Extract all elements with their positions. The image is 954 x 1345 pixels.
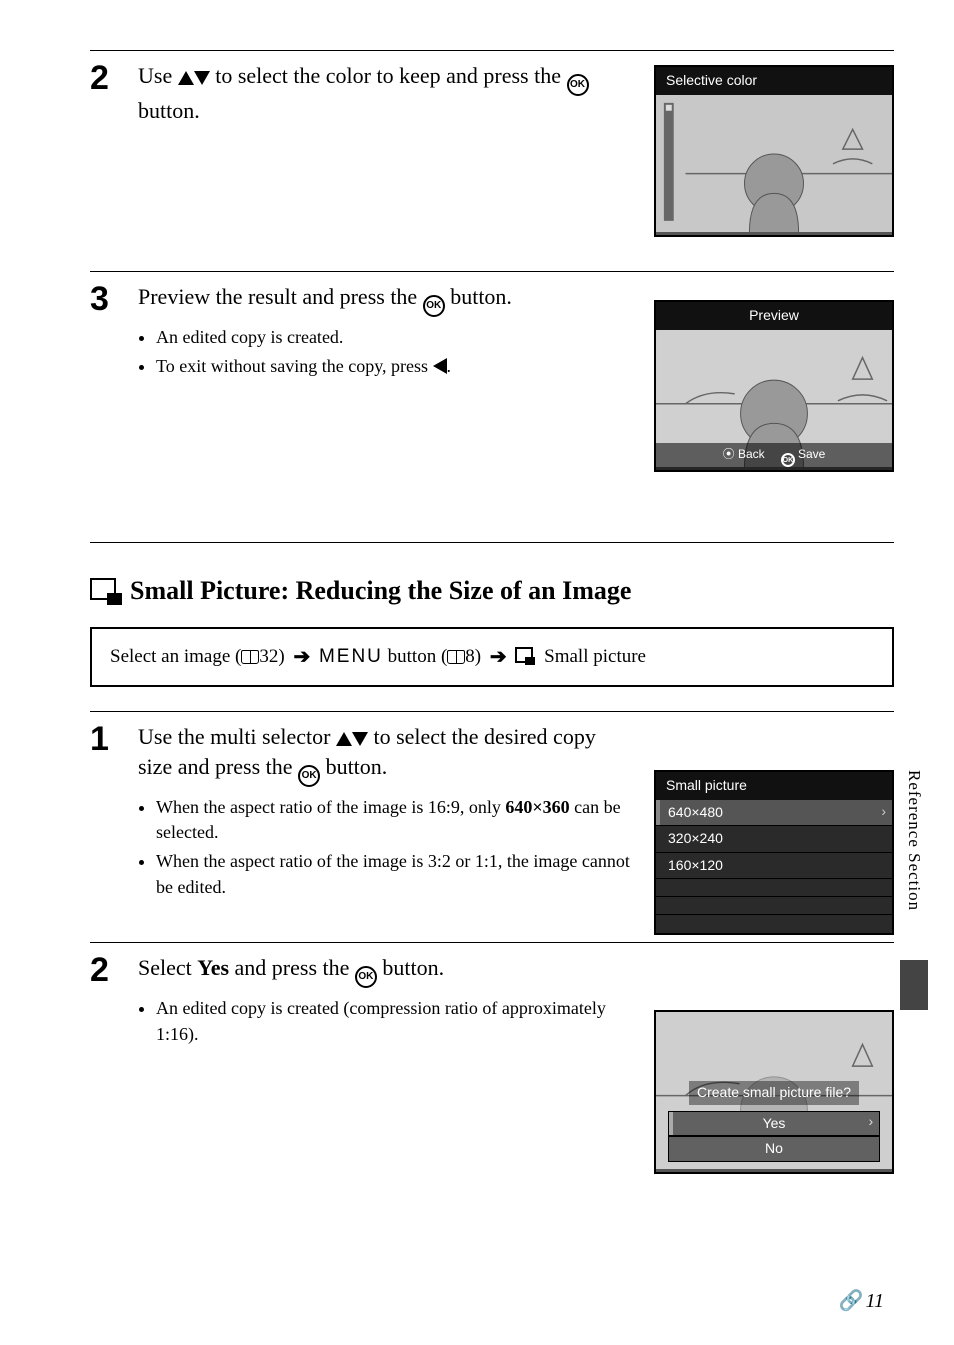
lcd-back-label: ⦿ Back <box>723 446 765 452</box>
lcd-header: Small picture <box>656 772 892 800</box>
text: button ( <box>383 646 447 667</box>
ok-icon: OK <box>567 74 589 96</box>
down-icon <box>194 71 210 85</box>
step-number: 3 <box>90 282 134 316</box>
text: Select an image ( <box>110 646 241 667</box>
bullet: When the aspect ratio of the image is 16… <box>156 795 634 845</box>
up-icon <box>178 71 194 85</box>
text: button. <box>377 955 444 980</box>
lcd-list-empty <box>656 915 892 922</box>
ok-icon: OK <box>298 765 320 787</box>
rule <box>90 942 894 943</box>
bullet: When the aspect ratio of the image is 3:… <box>156 849 634 899</box>
reference-section-icon: 🔗 <box>839 1287 860 1315</box>
lcd-header: Preview <box>656 302 892 330</box>
text: ) <box>278 646 289 667</box>
lcd-selective-color: Selective color <box>654 65 894 231</box>
text: Preview the result and press the <box>138 284 423 309</box>
side-tab-marker <box>900 960 928 1010</box>
ok-icon: OK <box>355 966 377 988</box>
lcd-save-label: OK Save <box>781 446 826 452</box>
step-instruction: Use to select the color to keep and pres… <box>138 61 634 126</box>
lcd-header: Selective color <box>656 67 892 95</box>
lcd-list-item[interactable]: 640×480 <box>656 800 892 827</box>
small-picture-icon <box>90 578 122 605</box>
book-icon <box>447 650 465 664</box>
lcd-illustration <box>656 95 892 231</box>
text: button. <box>138 98 200 123</box>
step-number: 2 <box>90 61 134 95</box>
page-ref: 32 <box>259 646 278 667</box>
menu-button-label: MENU <box>319 646 383 667</box>
navigation-path-box: Select an image ( 32) ➔ MENU button ( 8) ➔… <box>90 627 894 687</box>
lcd-illustration <box>656 330 892 452</box>
lcd-list-empty <box>656 879 892 897</box>
step-instruction: Select Yes and press the OK button. <box>138 953 634 988</box>
step-bullets: When the aspect ratio of the image is 16… <box>138 795 634 900</box>
lcd-confirm-dialog: Create small picture file? Yes No <box>654 1010 894 1143</box>
lcd-dialog-no[interactable]: No <box>668 1136 880 1143</box>
arrow-right-icon: ➔ <box>490 643 507 671</box>
step-instruction: Use the multi selector to select the des… <box>138 722 634 787</box>
lcd-list-empty <box>656 897 892 915</box>
text: Select <box>138 955 197 980</box>
rule <box>90 50 894 51</box>
section-title-text: Small Picture: Reducing the Size of an I… <box>130 573 631 609</box>
lcd-preview: Preview ⦿ Back OK Save <box>654 300 894 452</box>
bullet: To exit without saving the copy, press . <box>156 354 634 379</box>
book-icon <box>241 650 259 664</box>
bold-text: 640×360 <box>505 797 569 817</box>
step-number: 1 <box>90 722 134 756</box>
lcd-dialog: Create small picture file? Yes No <box>656 1081 892 1143</box>
page-number: 🔗 11 <box>839 1287 884 1315</box>
rule <box>90 711 894 712</box>
page-ref: 8 <box>465 646 475 667</box>
text: Use <box>138 63 178 88</box>
side-tab-label: Reference Section <box>902 770 926 911</box>
text: to select the color to keep and press th… <box>210 63 567 88</box>
text: Use the multi selector <box>138 724 336 749</box>
arrow-right-icon: ➔ <box>293 643 310 671</box>
left-icon <box>433 358 447 374</box>
bullet: An edited copy is created. <box>156 325 634 350</box>
lcd-size-list: 640×480 320×240 160×120 <box>656 800 892 923</box>
rule <box>90 271 894 272</box>
up-icon <box>336 732 352 746</box>
section-heading: Small Picture: Reducing the Size of an I… <box>90 573 894 609</box>
step-bullets: An edited copy is created (compression r… <box>138 996 634 1046</box>
step-bullets: An edited copy is created. To exit witho… <box>138 325 634 379</box>
text: To exit without saving the copy, press <box>156 356 433 376</box>
bullet: An edited copy is created (compression r… <box>156 996 634 1046</box>
lcd-list-item[interactable]: 320×240 <box>656 826 892 853</box>
down-icon <box>352 732 368 746</box>
lcd-dialog-question: Create small picture file? <box>689 1081 859 1105</box>
text: ) <box>475 646 486 667</box>
step-number: 2 <box>90 953 134 987</box>
page-number-value: 11 <box>865 1287 884 1315</box>
ok-icon: OK <box>423 295 445 317</box>
lcd-dialog-yes[interactable]: Yes <box>668 1111 880 1137</box>
text: button. <box>445 284 512 309</box>
lcd-list-item[interactable]: 160×120 <box>656 853 892 880</box>
bold-text: Yes <box>197 955 229 980</box>
text: button. <box>320 754 387 779</box>
lcd-footer: ⦿ Back OK Save <box>656 443 892 452</box>
small-picture-icon <box>515 647 535 665</box>
text: Small picture <box>539 646 646 667</box>
lcd-small-picture-menu: Small picture 640×480 320×240 160×120 <box>654 770 894 922</box>
text: and press the <box>229 955 355 980</box>
rule <box>90 542 894 543</box>
step-instruction: Preview the result and press the OK butt… <box>138 282 634 317</box>
